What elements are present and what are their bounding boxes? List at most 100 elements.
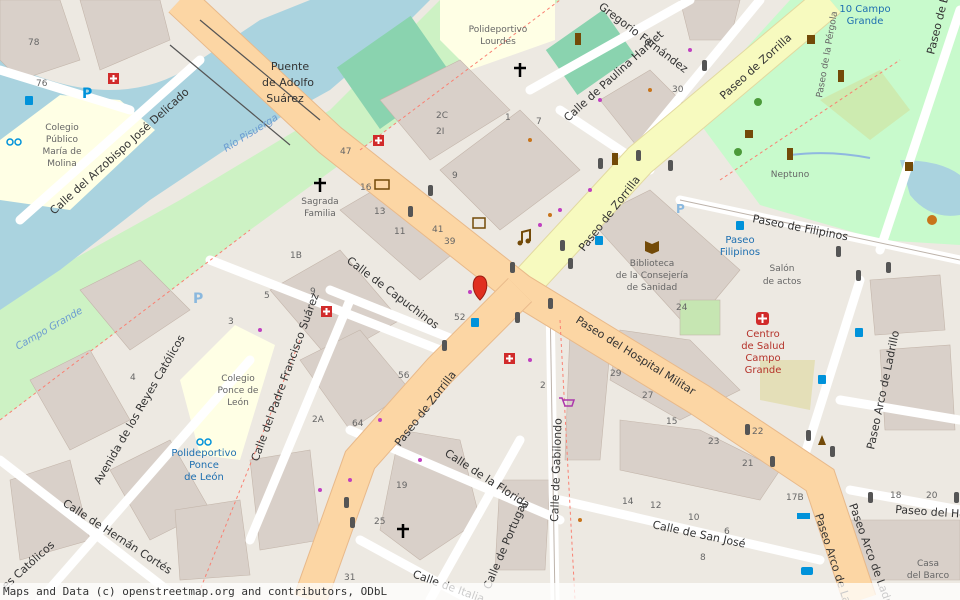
house-number: 9 (452, 171, 458, 181)
colegio-maria-label-2: Público (46, 135, 79, 145)
house-number: 17B (786, 493, 804, 503)
map-layer: P P P Puente de Adolfo Suárez Calle del … (0, 0, 960, 600)
bus-stop-icon-6[interactable] (855, 328, 863, 337)
house-number: 6 (724, 527, 730, 537)
house-number: 10 (688, 513, 700, 523)
house-number: 5 (264, 291, 270, 301)
house-number: 3 (228, 317, 234, 327)
colegio-ponce-label-3: León (227, 397, 249, 408)
colegio-maria-label-4: Molina (47, 159, 77, 169)
house-number: 23 (708, 437, 719, 447)
house-number: 19 (396, 481, 408, 491)
house-number: 4 (130, 373, 136, 383)
house-number: 8 (700, 553, 706, 563)
house-number: 24 (676, 303, 688, 313)
paseo-filipinos-stop-label-1: Paseo (725, 235, 754, 246)
bus-stop-icon-5[interactable] (818, 375, 826, 384)
biblioteca-label-1: Biblioteca (630, 259, 674, 269)
house-number: 52 (454, 313, 465, 323)
paseo-filipinos-stop-label-2: Filipinos (720, 247, 760, 258)
house-number: 41 (432, 225, 443, 235)
campo-grande-num-label-1: 10 Campo (839, 4, 890, 15)
house-number: 27 (642, 391, 653, 401)
house-number: 14 (622, 497, 634, 507)
biblioteca-label-3: de Sanidad (627, 283, 677, 293)
house-number: 16 (360, 183, 372, 193)
bus-stop-icon-2[interactable] (736, 221, 744, 230)
centro-salud-label-3: Campo (745, 353, 780, 364)
fountain-icon[interactable] (745, 130, 753, 138)
house-number: 78 (28, 38, 40, 48)
house-number: 11 (394, 227, 405, 237)
parking-icon-3[interactable]: P (676, 202, 685, 216)
playground-icon-2[interactable] (734, 148, 742, 156)
house-number: 29 (610, 369, 622, 379)
polideportivo-ponce-label-2: Ponce (189, 460, 219, 471)
playground-icon[interactable] (754, 98, 762, 106)
svg-text:P: P (193, 291, 203, 307)
house-number: 1B (290, 251, 302, 261)
sagrada-label-2: Familia (304, 209, 336, 219)
car-icon[interactable] (801, 567, 813, 575)
centro-salud-label-1: Centro (746, 329, 779, 340)
bed-icon[interactable] (797, 513, 810, 519)
house-number: 2A (312, 415, 325, 425)
map-attribution: Maps and Data (c) openstreetmap.org and … (0, 583, 960, 600)
pharmacy-icon-2[interactable] (108, 73, 119, 84)
centro-salud-label-4: Grande (745, 365, 782, 376)
bus-stop-icon-3[interactable] (471, 318, 479, 327)
salon-label-1: Salón (770, 263, 795, 274)
house-number: 9 (310, 287, 316, 297)
house-number: 25 (374, 517, 385, 527)
house-number: 2C (436, 111, 448, 121)
cafe-icon-2[interactable] (807, 35, 815, 44)
salon-label-2: de actos (763, 277, 802, 287)
memorial-icon-3[interactable] (787, 148, 793, 160)
casa-barco-label-1: Casa (917, 559, 939, 569)
house-number: 12 (650, 501, 661, 511)
house-number: 13 (374, 207, 385, 217)
pharmacy-icon[interactable] (373, 135, 384, 146)
house-number: 47 (340, 147, 351, 157)
house-number: 2I (436, 127, 444, 137)
colegio-ponce-label-2: Ponce de (218, 386, 259, 396)
house-number: 22 (752, 427, 763, 437)
colegio-maria-label-1: Colegio (45, 123, 79, 133)
statue-icon[interactable] (575, 33, 581, 45)
parking-icon[interactable]: P (82, 86, 92, 102)
map-canvas[interactable]: P P P Puente de Adolfo Suárez Calle del … (0, 0, 960, 600)
house-number: 15 (666, 417, 677, 427)
house-number: 30 (672, 85, 684, 95)
puente-label-2: de Adolfo (262, 76, 314, 89)
house-number: 18 (890, 491, 902, 501)
polideportivo-ponce-label-3: de León (184, 471, 224, 483)
house-number: 20 (926, 491, 938, 501)
house-number: 7 (536, 117, 542, 127)
house-number: 76 (36, 79, 48, 89)
memorial-icon[interactable] (838, 70, 844, 82)
colegio-maria-label-3: María de (42, 147, 82, 157)
casa-barco-label-2: del Barco (907, 571, 950, 581)
peacock-icon[interactable] (927, 215, 937, 225)
svg-text:P: P (676, 202, 685, 216)
parking-icon-2[interactable]: P (193, 291, 203, 307)
campo-grande-num-label-2: Grande (847, 16, 884, 27)
pharmacy-icon-4[interactable] (504, 353, 515, 364)
house-number: 56 (398, 371, 410, 381)
polideportivo-lourdes-label-2: Lourdes (480, 37, 516, 47)
pharmacy-icon-3[interactable] (321, 306, 332, 317)
polideportivo-ponce-label-1: Polideportivo (171, 448, 236, 459)
hospital-icon[interactable] (756, 312, 769, 325)
colegio-ponce-label-1: Colegio (221, 374, 255, 384)
cafe-icon[interactable] (905, 162, 913, 171)
polideportivo-lourdes-label-1: Polideportivo (469, 25, 528, 35)
neptuno-label: Neptuno (771, 170, 810, 180)
biblioteca-label-2: de la Consejería (616, 271, 688, 281)
memorial-icon-2[interactable] (612, 153, 618, 165)
house-number: 31 (344, 573, 355, 583)
house-number: 2 (540, 381, 546, 391)
sagrada-label-1: Sagrada (301, 197, 338, 207)
bus-stop-icon-4[interactable] (25, 96, 33, 105)
puente-label-3: Suárez (266, 92, 304, 105)
house-number: 21 (742, 459, 753, 469)
